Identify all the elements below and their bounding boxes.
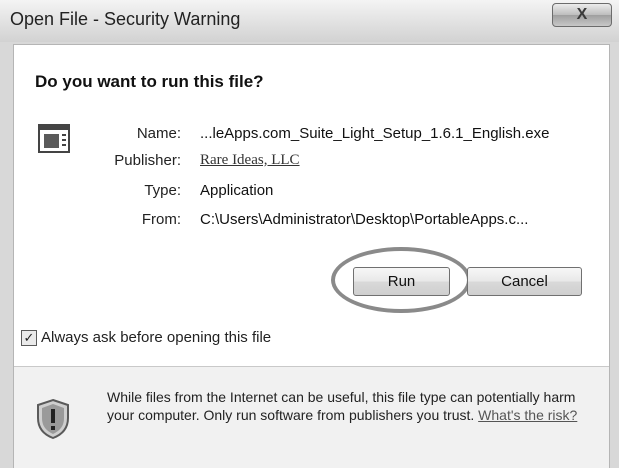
close-icon: X [576, 6, 588, 23]
whats-the-risk-link[interactable]: What's the risk? [478, 407, 577, 423]
name-label: Name: [136, 125, 181, 142]
dialog-question: Do you want to run this file? [35, 72, 264, 91]
cancel-button[interactable]: Cancel [467, 267, 582, 296]
application-window-icon [38, 124, 70, 153]
type-label: Type: [144, 182, 181, 199]
close-button[interactable]: X [552, 3, 612, 27]
window-title: Open File - Security Warning [10, 9, 241, 29]
from-value: C:\Users\Administrator\Desktop\PortableA… [200, 211, 529, 228]
dialog-body: Do you want to run this file? Name: ...l… [13, 44, 610, 468]
name-value: ...leApps.com_Suite_Light_Setup_1.6.1_En… [200, 125, 550, 142]
shield-warning-icon [37, 398, 69, 440]
publisher-label: Publisher: [114, 152, 181, 169]
type-value: Application [200, 182, 274, 199]
checkmark-icon: ✓ [23, 330, 35, 345]
publisher-link[interactable]: Rare Ideas, LLC [200, 152, 300, 169]
footer-warning-text: While files from the Internet can be use… [107, 388, 587, 424]
from-label: From: [141, 211, 181, 228]
always-ask-label: Always ask before opening this file [41, 329, 272, 346]
title-bar: Open File - Security Warning X [0, 0, 619, 42]
always-ask-checkbox[interactable]: ✓ [21, 330, 37, 346]
warning-footer: While files from the Internet can be use… [14, 367, 609, 468]
run-button[interactable]: Run [353, 267, 450, 296]
